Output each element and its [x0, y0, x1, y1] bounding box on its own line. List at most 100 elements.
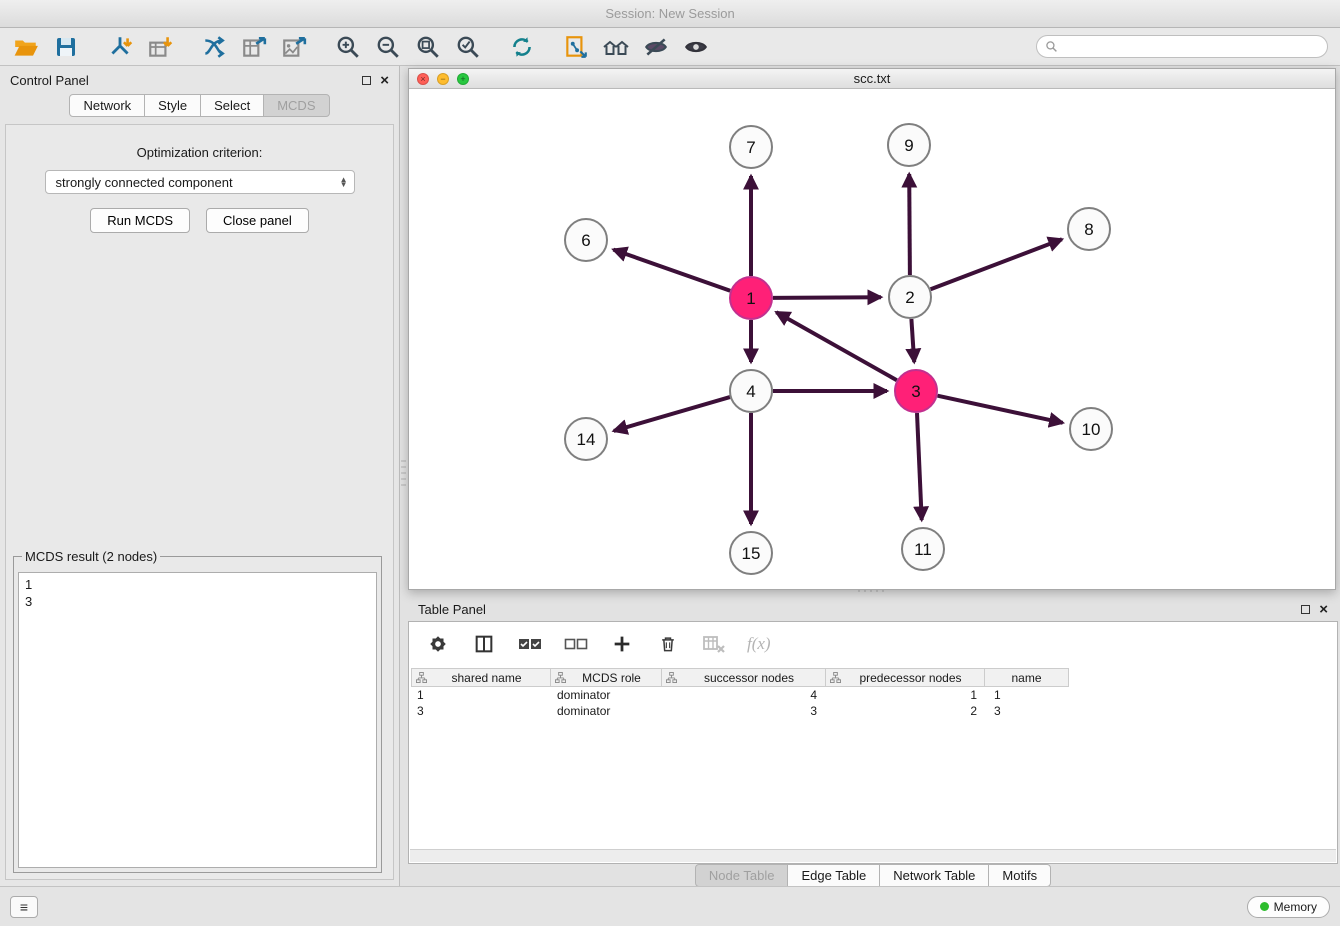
edge-3-1[interactable]	[776, 312, 897, 380]
table-cell[interactable]: 3	[411, 704, 551, 718]
close-panel-button[interactable]: Close panel	[206, 208, 309, 233]
table-cell[interactable]: dominator	[551, 704, 663, 718]
node-15[interactable]: 15	[730, 532, 772, 574]
import-network-from-file-icon[interactable]	[106, 33, 134, 61]
deselect-all-rows-icon[interactable]	[563, 631, 589, 657]
edge-1-6[interactable]	[613, 250, 730, 291]
table-panel-title: Table Panel	[418, 602, 1301, 617]
node-10[interactable]: 10	[1070, 408, 1112, 450]
node-1[interactable]: 1	[730, 277, 772, 319]
task-history-button[interactable]: ≡	[10, 896, 38, 918]
optimization-criterion-label: Optimization criterion:	[6, 145, 393, 160]
node-2[interactable]: 2	[889, 276, 931, 318]
table-cell[interactable]: 1	[411, 688, 551, 702]
search-input[interactable]	[1063, 40, 1319, 54]
zoom-fit-icon[interactable]	[414, 33, 442, 61]
edge-3-10[interactable]	[938, 396, 1063, 423]
open-file-icon[interactable]	[12, 33, 40, 61]
table-row[interactable]: 3dominator323	[411, 703, 1337, 719]
tab-select[interactable]: Select	[200, 94, 264, 117]
table-settings-gear-icon[interactable]	[425, 631, 451, 657]
delete-column-icon[interactable]	[655, 631, 681, 657]
node-9[interactable]: 9	[888, 124, 930, 166]
chevron-up-down-icon: ▲▼	[334, 177, 348, 187]
paste-network-icon[interactable]	[562, 33, 590, 61]
zoom-selected-icon[interactable]	[454, 33, 482, 61]
memory-button[interactable]: Memory	[1247, 896, 1330, 918]
table-cell[interactable]: 3	[988, 704, 1073, 718]
table-cell[interactable]: 4	[663, 688, 828, 702]
table-cell[interactable]: 2	[828, 704, 988, 718]
table-panel-body: f(x) shared name MCDS role successor nod…	[408, 621, 1338, 864]
zoom-in-icon[interactable]	[334, 33, 362, 61]
new-network-icon[interactable]	[200, 33, 228, 61]
add-column-icon[interactable]	[609, 631, 635, 657]
edge-2-9[interactable]	[909, 174, 910, 275]
edge-2-8[interactable]	[931, 239, 1062, 289]
zoom-out-icon[interactable]	[374, 33, 402, 61]
tab-network-table[interactable]: Network Table	[879, 864, 989, 887]
table-cell[interactable]: dominator	[551, 688, 663, 702]
mcds-result-box: MCDS result (2 nodes) 13	[13, 549, 382, 873]
search-box[interactable]	[1036, 35, 1328, 58]
mcds-result-list[interactable]: 13	[18, 572, 377, 868]
table-row[interactable]: 1dominator411	[411, 687, 1337, 703]
tab-style[interactable]: Style	[144, 94, 201, 117]
select-all-rows-icon[interactable]	[517, 631, 543, 657]
column-type-icon	[666, 672, 677, 683]
svg-text:11: 11	[914, 540, 932, 559]
show-graphics-details-icon[interactable]	[682, 33, 710, 61]
node-7[interactable]: 7	[730, 126, 772, 168]
maximize-window-icon[interactable]: +	[457, 73, 469, 85]
svg-text:2: 2	[905, 288, 914, 307]
refresh-view-icon[interactable]	[508, 33, 536, 61]
network-canvas[interactable]: 1 2 3 4 6 7 8 9 10 11 14 15	[409, 89, 1335, 589]
column-header-predecessor-nodes[interactable]: predecessor nodes	[825, 668, 985, 687]
home-icon[interactable]	[602, 33, 630, 61]
close-panel-icon[interactable]: ×	[380, 76, 389, 85]
export-image-icon[interactable]	[280, 33, 308, 61]
table-cell[interactable]: 1	[988, 688, 1073, 702]
edge-3-11[interactable]	[917, 413, 922, 520]
node-11[interactable]: 11	[902, 528, 944, 570]
column-header-name[interactable]: name	[984, 668, 1069, 687]
hide-graphics-details-icon[interactable]	[642, 33, 670, 61]
node-8[interactable]: 8	[1068, 208, 1110, 250]
tab-edge-table[interactable]: Edge Table	[787, 864, 880, 887]
table-cell[interactable]: 1	[828, 688, 988, 702]
import-table-from-file-icon[interactable]	[146, 33, 174, 61]
close-table-panel-icon[interactable]: ×	[1319, 605, 1328, 614]
minimize-window-icon[interactable]: −	[437, 73, 449, 85]
control-panel-header: Control Panel ×	[0, 66, 399, 94]
float-panel-icon[interactable]	[362, 76, 371, 85]
node-6[interactable]: 6	[565, 219, 607, 261]
control-panel-title: Control Panel	[10, 73, 362, 88]
edge-2-3[interactable]	[911, 319, 914, 362]
control-panel: Control Panel × Network Style Select MCD…	[0, 66, 400, 886]
run-mcds-button[interactable]: Run MCDS	[90, 208, 190, 233]
edge-4-14[interactable]	[614, 397, 730, 431]
svg-text:9: 9	[904, 136, 913, 155]
edge-1-2[interactable]	[773, 297, 881, 298]
tab-network[interactable]: Network	[69, 94, 145, 117]
save-session-icon[interactable]	[52, 33, 80, 61]
float-table-panel-icon[interactable]	[1301, 605, 1310, 614]
hamburger-icon: ≡	[20, 899, 28, 915]
node-3[interactable]: 3	[895, 370, 937, 412]
show-columns-icon[interactable]	[471, 631, 497, 657]
node-4[interactable]: 4	[730, 370, 772, 412]
tab-mcds[interactable]: MCDS	[263, 94, 329, 117]
mcds-panel: Optimization criterion: strongly connect…	[5, 124, 394, 880]
tab-motifs[interactable]: Motifs	[988, 864, 1051, 887]
table-cell[interactable]: 3	[663, 704, 828, 718]
splitter-grip-vertical[interactable]	[401, 460, 406, 490]
column-header-mcds-role[interactable]: MCDS role	[550, 668, 662, 687]
horizontal-scrollbar[interactable]	[410, 849, 1336, 862]
export-table-icon[interactable]	[240, 33, 268, 61]
close-window-icon[interactable]: ×	[417, 73, 429, 85]
tab-node-table[interactable]: Node Table	[695, 864, 789, 887]
column-header-shared-name[interactable]: shared name	[411, 668, 551, 687]
optimization-criterion-select[interactable]: strongly connected component ▲▼	[45, 170, 355, 194]
node-14[interactable]: 14	[565, 418, 607, 460]
column-header-successor-nodes[interactable]: successor nodes	[661, 668, 826, 687]
